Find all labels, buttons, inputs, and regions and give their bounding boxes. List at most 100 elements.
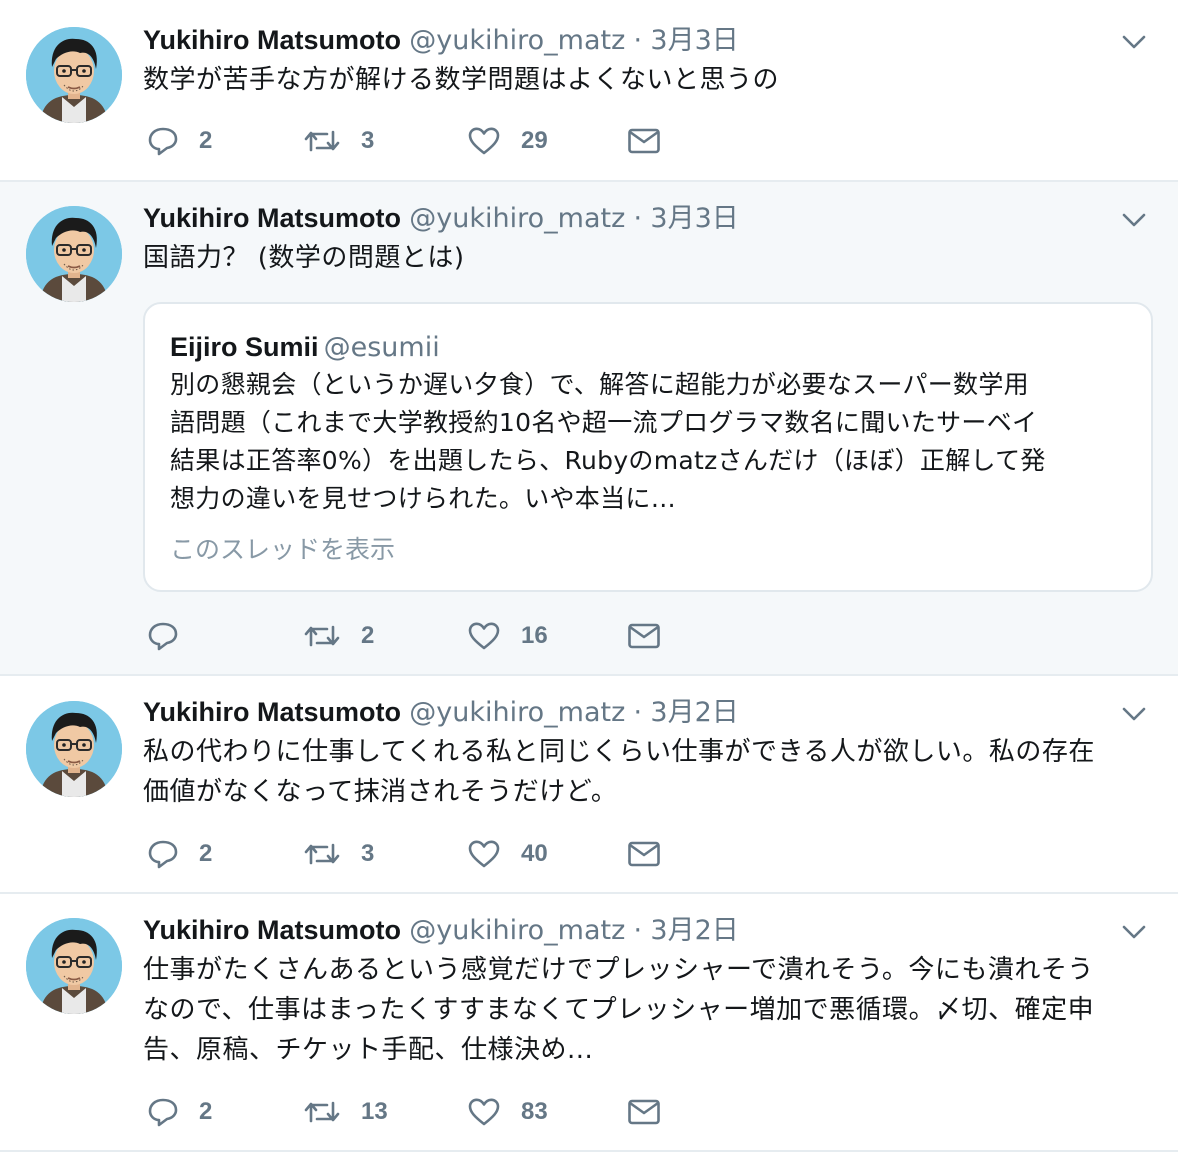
tweet-header: Yukihiro Matsumoto @yukihiro_matz · 3月2日 xyxy=(143,913,739,947)
separator-dot: · xyxy=(633,25,643,56)
quoted-text-line: 結果は正答率0%）を出題したら、Rubyのmatzさんだけ（ほぼ）正解して発 xyxy=(170,446,1046,475)
quoted-tweet[interactable]: Eijiro Sumii @esumii 別の懇親会（というか遅い夕食）で、解答に… xyxy=(143,302,1153,592)
heart-icon xyxy=(467,126,501,156)
quoted-text-line: 別の懇親会（というか遅い夕食）で、解答に超能力が必要なスーパー数学用 xyxy=(170,370,1029,399)
reply-button[interactable]: 2 xyxy=(147,1092,212,1132)
envelope-icon xyxy=(627,840,661,868)
tweet-header: Yukihiro Matsumoto @yukihiro_matz · 3月3日 xyxy=(143,23,739,57)
reply-icon xyxy=(147,839,179,869)
tweet-actions: 2 16 xyxy=(143,616,743,656)
tweet-text-line: なので、仕事はまったくすすまなくてプレッシャー増加で悪循環。〆切、確定申 xyxy=(143,995,1095,1025)
quoted-user-name[interactable]: Eijiro Sumii xyxy=(170,332,319,362)
direct-message-button[interactable] xyxy=(627,616,661,656)
direct-message-button[interactable] xyxy=(627,834,661,874)
retweet-count: 3 xyxy=(361,127,375,154)
avatar[interactable] xyxy=(26,918,122,1014)
avatar[interactable] xyxy=(26,27,122,123)
retweet-icon xyxy=(303,1097,341,1127)
like-count: 29 xyxy=(521,127,548,154)
chevron-down-icon[interactable] xyxy=(1120,28,1148,56)
chevron-down-icon[interactable] xyxy=(1120,700,1148,728)
user-name[interactable]: Yukihiro Matsumoto xyxy=(143,697,401,727)
tweet-header: Yukihiro Matsumoto @yukihiro_matz · 3月2日 xyxy=(143,695,739,729)
retweet-button[interactable]: 13 xyxy=(303,1092,388,1132)
like-button[interactable]: 40 xyxy=(467,834,548,874)
reply-count: 2 xyxy=(199,1098,213,1125)
like-button[interactable]: 83 xyxy=(467,1092,548,1132)
user-name[interactable]: Yukihiro Matsumoto xyxy=(143,203,401,233)
chevron-down-icon[interactable] xyxy=(1120,918,1148,946)
tweet-text-line: 数学が苦手な方が解ける数学問題はよくないと思うの xyxy=(143,65,780,95)
tweet[interactable]: Yukihiro Matsumoto @yukihiro_matz · 3月3日… xyxy=(0,0,1178,182)
tweet[interactable]: Yukihiro Matsumoto @yukihiro_matz · 3月2日… xyxy=(0,894,1178,1152)
tweet-header: Yukihiro Matsumoto @yukihiro_matz · 3月3日 xyxy=(143,201,739,235)
tweet-text: 私の代わりに仕事してくれる私と同じくらい仕事ができる人が欲しい。私の存在 価値がな… xyxy=(143,732,1154,812)
reply-count: 2 xyxy=(199,840,213,867)
reply-button[interactable]: 2 xyxy=(147,834,212,874)
timestamp[interactable]: 3月2日 xyxy=(650,697,738,728)
tweet-actions: 2 3 40 xyxy=(143,834,743,874)
timeline: Yukihiro Matsumoto @yukihiro_matz · 3月3日… xyxy=(0,0,1178,1152)
like-count: 16 xyxy=(521,622,548,649)
timestamp[interactable]: 3月2日 xyxy=(650,915,738,946)
user-handle[interactable]: @yukihiro_matz xyxy=(409,25,625,56)
retweet-button[interactable]: 2 xyxy=(303,616,374,656)
timestamp[interactable]: 3月3日 xyxy=(650,25,738,56)
direct-message-button[interactable] xyxy=(627,121,661,161)
retweet-count: 13 xyxy=(361,1098,388,1125)
retweet-count: 3 xyxy=(361,840,375,867)
envelope-icon xyxy=(627,1098,661,1126)
user-handle[interactable]: @yukihiro_matz xyxy=(409,697,625,728)
separator-dot: · xyxy=(633,697,643,728)
tweet-text-line: 告、原稿、チケット手配、仕様決め... xyxy=(143,1035,594,1065)
direct-message-button[interactable] xyxy=(627,1092,661,1132)
tweet-text: 国語力？ (数学の問題とは) xyxy=(143,238,1154,278)
tweet[interactable]: Yukihiro Matsumoto @yukihiro_matz · 3月2日… xyxy=(0,676,1178,894)
tweet-text: 数学が苦手な方が解ける数学問題はよくないと思うの xyxy=(143,60,1154,100)
envelope-icon xyxy=(627,127,661,155)
quoted-text-line: 語問題（これまで大学教授約10名や超一流プログラマ数名に聞いたサーベイ xyxy=(170,408,1038,437)
separator-dot: · xyxy=(633,915,643,946)
avatar[interactable] xyxy=(26,206,122,302)
like-count: 40 xyxy=(521,840,548,867)
user-handle[interactable]: @yukihiro_matz xyxy=(409,203,625,234)
tweet-text-line: 価値がなくなって抹消されそうだけど。 xyxy=(143,777,618,807)
retweet-icon xyxy=(303,839,341,869)
reply-button[interactable] xyxy=(147,616,199,656)
heart-icon xyxy=(467,839,501,869)
like-button[interactable]: 29 xyxy=(467,121,548,161)
tweet-text-line: 国語力？ (数学の問題とは) xyxy=(143,243,465,273)
tweet-text: 仕事がたくさんあるという感覚だけでプレッシャーで潰れそう。今にも潰れそう なので、… xyxy=(143,950,1154,1070)
retweet-button[interactable]: 3 xyxy=(303,834,374,874)
tweet-actions: 2 13 83 xyxy=(143,1092,743,1132)
user-name[interactable]: Yukihiro Matsumoto xyxy=(143,25,401,55)
user-name[interactable]: Yukihiro Matsumoto xyxy=(143,915,401,945)
reply-icon xyxy=(147,1097,179,1127)
quoted-tweet-text: 別の懇親会（というか遅い夕食）で、解答に超能力が必要なスーパー数学用 語問題（これ… xyxy=(170,366,1127,518)
retweet-icon xyxy=(303,621,341,651)
tweet[interactable]: Yukihiro Matsumoto @yukihiro_matz · 3月3日… xyxy=(0,182,1178,676)
tweet-actions: 2 3 29 xyxy=(143,121,743,161)
reply-count: 2 xyxy=(199,127,213,154)
show-thread-link[interactable]: このスレッドを表示 xyxy=(170,530,395,566)
retweet-icon xyxy=(303,126,341,156)
user-handle[interactable]: @yukihiro_matz xyxy=(409,915,625,946)
quoted-user-handle[interactable]: @esumii xyxy=(324,332,440,363)
like-button[interactable]: 16 xyxy=(467,616,548,656)
tweet-text-line: 仕事がたくさんあるという感覚だけでプレッシャーで潰れそう。今にも潰れそう xyxy=(143,955,1094,985)
chevron-down-icon[interactable] xyxy=(1120,206,1148,234)
envelope-icon xyxy=(627,622,661,650)
retweet-button[interactable]: 3 xyxy=(303,121,374,161)
reply-button[interactable]: 2 xyxy=(147,121,212,161)
quoted-tweet-header: Eijiro Sumii @esumii xyxy=(170,330,440,368)
heart-icon xyxy=(467,1097,501,1127)
reply-icon xyxy=(147,621,179,651)
quoted-text-line: 想力の違いを見せつけられた。いや本当に… xyxy=(170,484,677,513)
reply-icon xyxy=(147,126,179,156)
timestamp[interactable]: 3月3日 xyxy=(650,203,738,234)
retweet-count: 2 xyxy=(361,622,375,649)
avatar[interactable] xyxy=(26,701,122,797)
like-count: 83 xyxy=(521,1098,548,1125)
heart-icon xyxy=(467,621,501,651)
tweet-text-line: 私の代わりに仕事してくれる私と同じくらい仕事ができる人が欲しい。私の存在 xyxy=(143,737,1095,767)
